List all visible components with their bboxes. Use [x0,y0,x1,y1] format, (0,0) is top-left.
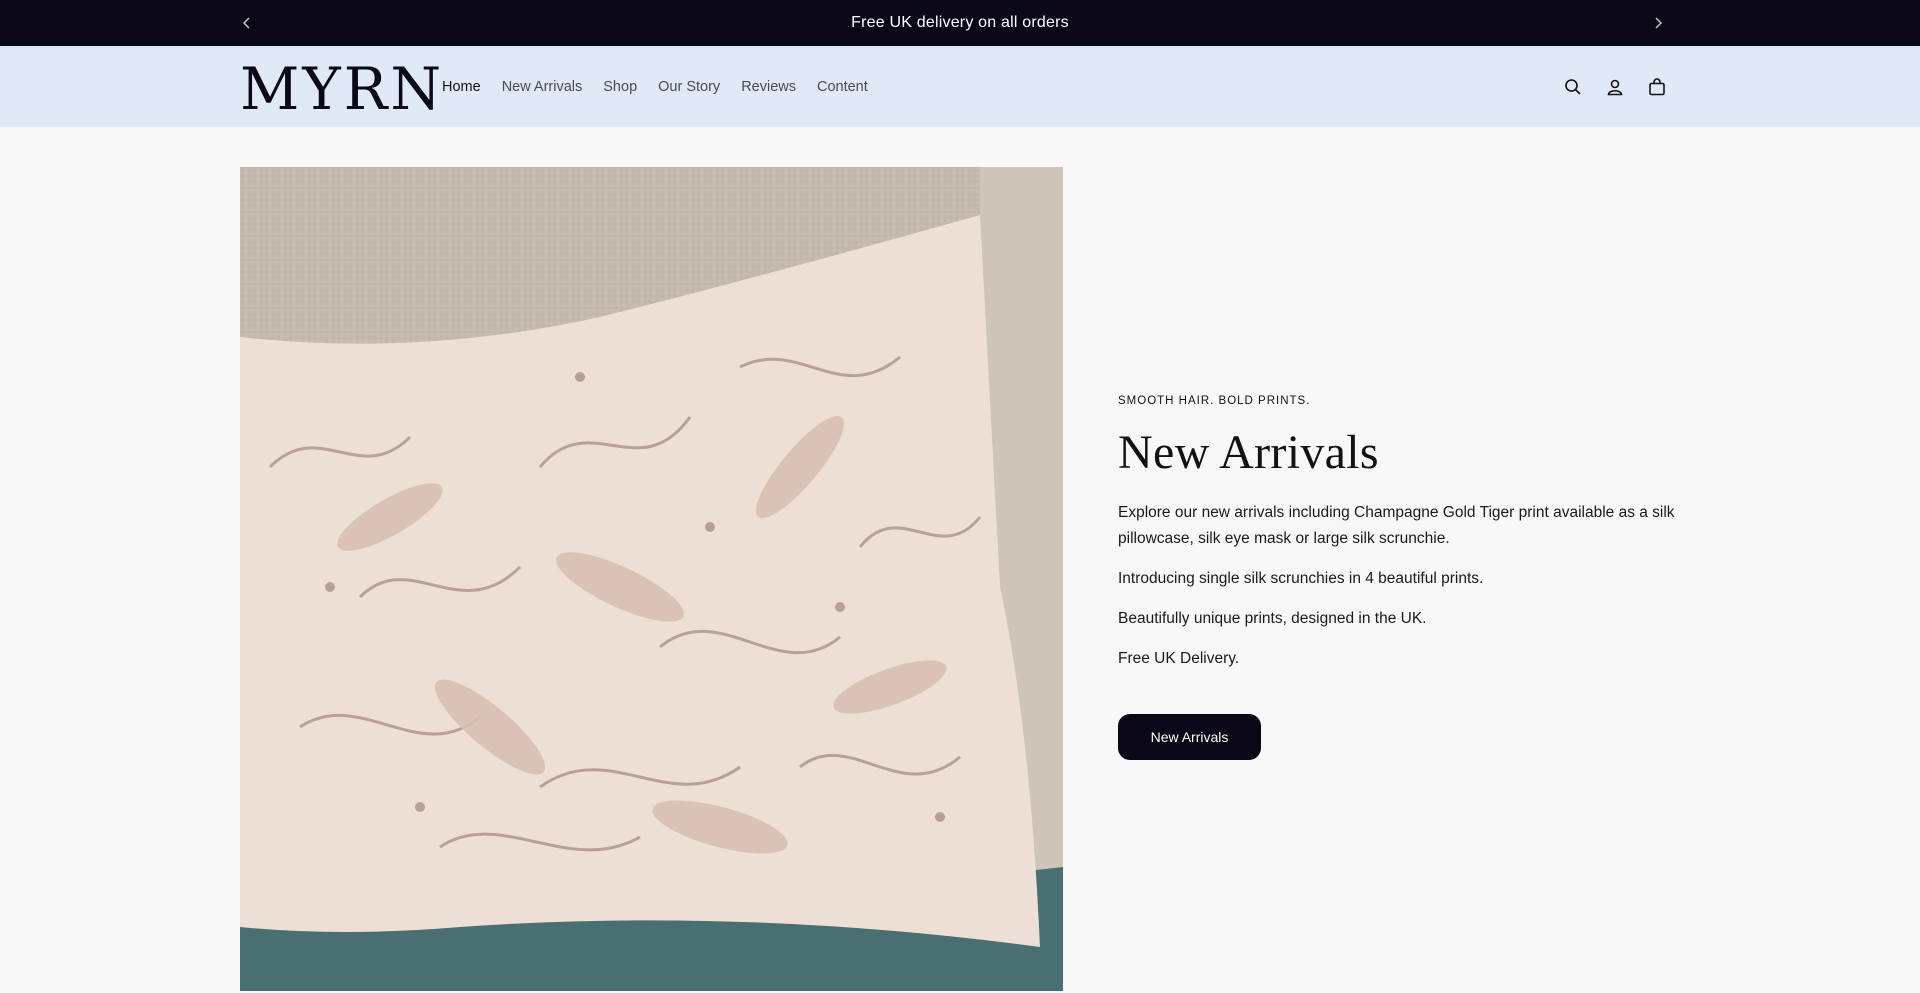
hero-paragraph: Introducing single silk scrunchies in 4 … [1118,570,1484,587]
hero-paragraph: Explore our new arrivals including Champ… [1118,504,1675,547]
previous-announcement-button[interactable] [232,0,262,46]
announcement-bar: Free UK delivery on all orders [0,0,1920,46]
new-arrivals-button[interactable]: New Arrivals [1118,714,1261,760]
hero-eyebrow: SMOOTH HAIR. BOLD PRINTS. [1118,395,1311,407]
nav-item-new-arrivals[interactable]: New Arrivals [502,79,583,95]
logo[interactable]: MYRN [240,54,444,118]
cart-button[interactable] [1642,72,1672,102]
header-icons [1558,46,1684,127]
chevron-left-icon [243,17,250,29]
hero-title: New Arrivals [1118,426,1379,479]
hero-section: SMOOTH HAIR. BOLD PRINTS. New Arrivals E… [0,127,1920,993]
bag-icon [1649,77,1665,95]
nav-item-shop[interactable]: Shop [603,79,637,95]
search-icon [1565,78,1581,95]
hero-paragraph: Free UK Delivery. [1118,650,1240,667]
next-announcement-button[interactable] [1643,0,1673,46]
nav-item-reviews[interactable]: Reviews [741,79,796,95]
announcement-text: Free UK delivery on all orders [851,14,1069,31]
nav-item-content[interactable]: Content [817,79,868,95]
hero-content: SMOOTH HAIR. BOLD PRINTS. New Arrivals E… [1118,395,1678,760]
account-button[interactable] [1600,72,1630,102]
main-nav: Home New Arrivals Shop Our Story Reviews… [442,46,889,127]
account-icon [1607,79,1623,95]
nav-item-our-story[interactable]: Our Story [658,79,720,95]
site-header: MYRN Home New Arrivals Shop Our Story Re… [0,46,1920,127]
nav-item-home[interactable]: Home [442,79,481,95]
chevron-right-icon [1655,17,1662,29]
hero-paragraph: Beautifully unique prints, designed in t… [1118,610,1427,627]
pillowcase-image [240,167,1063,991]
search-button[interactable] [1558,72,1588,102]
